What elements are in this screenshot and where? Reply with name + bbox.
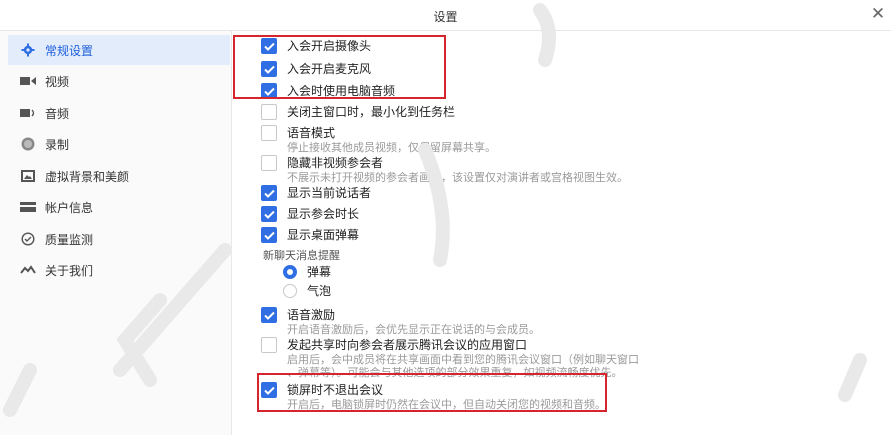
speaker-icon (20, 106, 36, 120)
option-label: 显示参会时长 (287, 207, 360, 221)
sidebar-item-general[interactable]: 常规设置 (8, 35, 230, 65)
chat-reminder-label: 新聊天消息提醒 (263, 249, 340, 262)
option-show-danmaku: 显示桌面弹幕 (261, 227, 359, 243)
sidebar-item-audio[interactable]: 音频 (8, 98, 230, 128)
checkbox-show-duration[interactable] (261, 206, 277, 222)
about-icon (20, 263, 36, 277)
settings-content: 入会开启摄像头 入会开启麦克风 入会时使用电脑音频 关闭主窗口时，最小化到任务栏… (233, 31, 891, 435)
checkbox-mic-on-join[interactable] (261, 61, 277, 77)
option-label: 入会开启摄像头 (287, 39, 372, 53)
sidebar-item-account[interactable]: 帐户信息 (8, 192, 230, 222)
option-voice-mode: 语音模式 停止接收其他成员视频，仅保留屏幕共享。 (261, 125, 496, 154)
option-show-duration: 显示参会时长 (261, 206, 359, 222)
option-show-speaker: 显示当前说话者 (261, 185, 371, 201)
option-label: 语音激励 (287, 308, 336, 322)
option-description: 开启语音激励后，会优先显示正在说话的与会成员。 (287, 323, 540, 336)
radio-button-off[interactable] (283, 283, 297, 298)
sidebar-item-label: 帐户信息 (45, 200, 94, 215)
option-voice-motivation: 语音激励 开启语音激励后，会优先显示正在说话的与会成员。 (261, 307, 540, 336)
option-label: 锁屏时不退出会议 (287, 383, 384, 397)
option-description: 开启后，电脑锁屏时仍然在会议中，但自动关闭您的视频和音频。 (287, 398, 606, 411)
gear-icon (20, 43, 36, 57)
option-description: 停止接收其他成员视频，仅保留屏幕共享。 (287, 141, 496, 154)
option-hide-no-video: 隐藏非视频参会者 不展示未打开视频的参会者画面，该设置仅对演讲者或宫格视图生效。 (261, 155, 628, 184)
option-label: 入会时使用电脑音频 (287, 84, 396, 98)
option-label: 语音模式 (287, 126, 336, 140)
radio-bubble[interactable]: 气泡 (283, 282, 331, 299)
sidebar-item-quality[interactable]: 质量监测 (8, 224, 230, 254)
option-label: 显示桌面弹幕 (287, 228, 360, 242)
radio-danmaku[interactable]: 弹幕 (283, 263, 331, 280)
camera-icon (20, 74, 36, 88)
sidebar-item-about[interactable]: 关于我们 (8, 255, 230, 285)
checkbox-show-speaker[interactable] (261, 185, 277, 201)
checkbox-hide-no-video[interactable] (261, 155, 277, 171)
monitor-icon (20, 232, 36, 246)
sidebar-item-record[interactable]: 录制 (8, 129, 230, 159)
radio-button-on[interactable] (283, 264, 297, 279)
option-lock-screen: 锁屏时不退出会议 开启后，电脑锁屏时仍然在会议中，但自动关闭您的视频和音频。 (261, 382, 606, 411)
option-minimize-to-tray: 关闭主窗口时，最小化到任务栏 (261, 104, 455, 120)
sidebar-item-video[interactable]: 视频 (8, 66, 230, 96)
option-share-app-window: 发起共享时向参会者展示腾讯会议的应用窗口 启用后，会中成员将在共享画面中看到您的… (261, 337, 639, 379)
title-bar: 设置 ✕ (0, 0, 891, 31)
radio-label: 气泡 (307, 284, 332, 298)
option-camera-on-join: 入会开启摄像头 (261, 38, 371, 54)
option-description: 不展示未打开视频的参会者画面，该设置仅对演讲者或宫格视图生效。 (287, 171, 628, 184)
sidebar-item-label: 视频 (45, 74, 70, 89)
checkbox-camera-on-join[interactable] (261, 38, 277, 54)
checkbox-lock-screen[interactable] (261, 382, 277, 398)
sidebar-item-label: 录制 (45, 137, 70, 152)
option-computer-audio: 入会时使用电脑音频 (261, 83, 395, 99)
sidebar-item-label: 关于我们 (45, 263, 94, 278)
sidebar: 常规设置 视频 音频 录制 虚拟背景和美颜 帐户信息 质量监测 关于我们 (0, 31, 232, 435)
sidebar-item-label: 虚拟背景和美颜 (45, 169, 130, 184)
option-mic-on-join: 入会开启麦克风 (261, 61, 371, 77)
radio-label: 弹幕 (307, 265, 332, 279)
sidebar-item-label: 音频 (45, 106, 70, 121)
checkbox-computer-audio[interactable] (261, 83, 277, 99)
checkbox-show-danmaku[interactable] (261, 227, 277, 243)
option-label: 隐藏非视频参会者 (287, 156, 384, 170)
option-description: 、弹幕等）。可能会与其他选项的部分效果重复，如视频流畅度优先。 (287, 366, 623, 379)
option-label: 显示当前说话者 (287, 186, 372, 200)
sidebar-item-label: 质量监测 (45, 232, 94, 247)
checkbox-minimize-to-tray[interactable] (261, 104, 277, 120)
sidebar-item-virtual-background[interactable]: 虚拟背景和美颜 (8, 161, 230, 191)
record-icon (20, 137, 36, 151)
card-icon (20, 200, 36, 214)
checkbox-voice-motivation[interactable] (261, 307, 277, 323)
close-icon[interactable]: ✕ (869, 4, 887, 24)
image-icon (20, 169, 36, 183)
checkbox-share-app-window[interactable] (261, 337, 277, 353)
checkbox-voice-mode[interactable] (261, 125, 277, 141)
sidebar-item-label: 常规设置 (45, 43, 94, 58)
window-title: 设置 (433, 10, 458, 24)
option-label: 发起共享时向参会者展示腾讯会议的应用窗口 (287, 338, 528, 352)
option-label: 入会开启麦克风 (287, 62, 372, 76)
option-description: 启用后，会中成员将在共享画面中看到您的腾讯会议窗口（例如聊天窗口 (287, 353, 639, 366)
option-label: 关闭主窗口时，最小化到任务栏 (287, 105, 456, 119)
